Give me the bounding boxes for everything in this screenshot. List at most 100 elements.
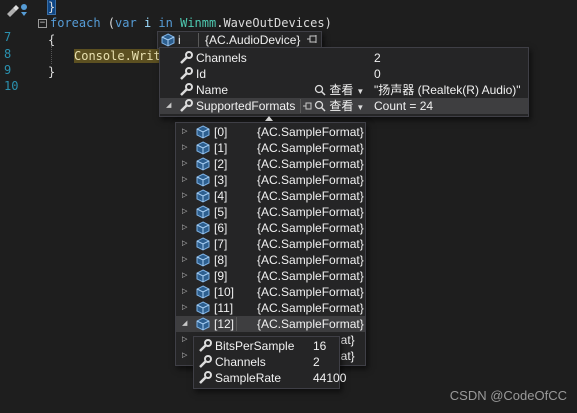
property-row[interactable]: SampleRate 44100 — [194, 370, 346, 386]
list-item[interactable]: ▷ [11] {AC.SampleFormat} — [176, 300, 365, 316]
list-item[interactable]: ▷ [7] {AC.SampleFormat} — [176, 236, 365, 252]
keyword: in — [158, 16, 173, 30]
property-row[interactable]: Channels 2 — [194, 354, 339, 370]
wrench-icon — [199, 355, 212, 368]
code-rest: .WaveOutDevices) — [216, 16, 332, 30]
list-value: {AC.SampleFormat} — [257, 189, 364, 203]
struct-icon — [196, 285, 210, 299]
list-index: [3] — [214, 173, 228, 187]
list-index: [2] — [214, 157, 228, 171]
list-index: [10] — [214, 285, 235, 299]
expand-arrow-icon[interactable]: ▷ — [182, 204, 187, 220]
list-item[interactable]: ▷ [4] {AC.SampleFormat} — [176, 188, 365, 204]
property-name: Name — [196, 83, 229, 97]
expand-arrow-icon[interactable]: ▷ — [182, 268, 187, 284]
expand-arrow-icon[interactable]: ▷ — [182, 348, 187, 364]
list-item[interactable]: ▷ [6] {AC.SampleFormat} — [176, 220, 365, 236]
list-item[interactable]: ▷ [10] {AC.SampleFormat} — [176, 284, 365, 300]
viewer-label: 查看 — [329, 99, 354, 113]
list-index: [11] — [214, 301, 234, 315]
property-value: Count = 24 — [374, 99, 434, 113]
struct-icon — [196, 237, 210, 251]
wrench-icon — [199, 371, 212, 384]
struct-icon — [196, 173, 210, 187]
list-index: [12] — [214, 317, 235, 331]
wrench-icon — [180, 51, 193, 64]
scroll-up-arrow-icon[interactable] — [265, 116, 273, 121]
struct-icon — [196, 205, 210, 219]
property-row[interactable]: Id 0 — [160, 66, 528, 82]
list-value: {AC.SampleFormat} — [257, 157, 364, 171]
magnifier-icon — [314, 100, 326, 112]
struct-icon — [196, 269, 210, 283]
wrench-icon — [199, 339, 212, 352]
struct-icon — [196, 221, 210, 235]
collapse-toggle-icon[interactable]: − — [38, 19, 47, 28]
property-row[interactable]: Name 查看 ▼ "扬声器 (Realtek(R) Audio)" — [160, 82, 528, 98]
list-index: [4] — [214, 189, 228, 203]
divider — [236, 317, 237, 331]
list-item[interactable]: ▷ [2] {AC.SampleFormat} — [176, 156, 365, 172]
datatip-properties[interactable]: Channels 2 Id 0 Name 查看 ▼ "扬声器 (Realtek(R… — [159, 47, 529, 117]
expand-arrow-icon[interactable]: ▷ — [182, 252, 187, 268]
list-value: {AC.SampleFormat} — [257, 237, 364, 251]
line-number: 10 — [4, 79, 19, 93]
struct-icon — [161, 33, 175, 47]
struct-icon — [196, 253, 210, 267]
property-value: 2 — [374, 51, 381, 65]
expand-arrow-icon[interactable]: ▷ — [182, 172, 187, 188]
matched-brace: } — [46, 0, 57, 15]
keyword: var — [115, 16, 137, 30]
list-item[interactable]: ▷ [5] {AC.SampleFormat} — [176, 204, 365, 220]
property-row[interactable]: BitsPerSample 16 — [194, 338, 339, 354]
list-value: {AC.SampleFormat} — [257, 269, 364, 283]
property-value: 44100 — [313, 371, 347, 385]
list-value: {AC.SampleFormat} — [257, 253, 364, 267]
property-row[interactable]: Channels 2 — [160, 50, 528, 66]
watermark: CSDN @CodeOfCC — [449, 388, 567, 403]
list-item[interactable]: ▷ [3] {AC.SampleFormat} — [176, 172, 365, 188]
list-item[interactable]: ◢ [12] {AC.SampleFormat} — [176, 316, 365, 332]
list-value: {AC.SampleFormat} — [257, 205, 364, 219]
variable-value: {AC.AudioDevice} — [205, 33, 301, 47]
viewer-label: 查看 — [329, 83, 354, 97]
property-value: 16 — [313, 339, 327, 353]
wrench-icon — [180, 83, 193, 96]
property-value: "扬声器 (Realtek(R) Audio)" — [374, 83, 521, 97]
list-item[interactable]: ▷ [8] {AC.SampleFormat} — [176, 252, 365, 268]
struct-icon — [196, 317, 210, 331]
expand-arrow-icon[interactable]: ▷ — [182, 156, 187, 172]
list-value: {AC.SampleFormat} — [257, 285, 364, 299]
expand-arrow-icon[interactable]: ▷ — [182, 140, 187, 156]
list-value: {AC.SampleFormat} — [257, 317, 364, 331]
variable-name: i — [178, 33, 181, 47]
expand-arrow-icon[interactable]: ▷ — [182, 284, 187, 300]
datatip-format-detail[interactable]: BitsPerSample 16 Channels 2 SampleRate 4… — [193, 336, 346, 389]
expand-arrow-icon[interactable]: ▷ — [182, 124, 187, 140]
property-row-selected[interactable]: ◢ SupportedFormats 查看 ▼ Count = 24 — [160, 98, 528, 114]
expand-arrow-icon[interactable]: ▷ — [182, 188, 187, 204]
list-item[interactable]: ▷ [9] {AC.SampleFormat} — [176, 268, 365, 284]
wrench-icon — [180, 67, 193, 80]
list-value: {AC.SampleFormat} — [257, 141, 364, 155]
expand-arrow-icon[interactable]: ▷ — [182, 220, 187, 236]
divider — [300, 99, 301, 113]
expand-arrow-icon[interactable]: ▷ — [182, 332, 187, 348]
list-value: {AC.SampleFormat} — [257, 221, 364, 235]
code-text: foreach (var i in Winmm.WaveOutDevices) — [50, 16, 332, 30]
property-name: SampleRate — [215, 371, 282, 385]
pin-icon[interactable] — [306, 34, 318, 45]
expand-arrow-icon[interactable]: ▷ — [182, 300, 187, 316]
struct-icon — [196, 141, 210, 155]
datatip-row-i[interactable]: ◢ i {AC.AudioDevice} — [158, 32, 321, 48]
property-name: BitsPerSample — [215, 339, 295, 353]
collapse-arrow-icon[interactable]: ◢ — [166, 98, 171, 114]
viewer-button[interactable]: 查看 ▼ — [314, 98, 364, 116]
code-line-top: } — [0, 0, 577, 16]
collapse-arrow-icon[interactable]: ◢ — [182, 316, 187, 332]
datatip-formats-list[interactable]: ▷ [0] {AC.SampleFormat} ▷ [1] {AC.SampleForma… — [175, 122, 366, 366]
expand-arrow-icon[interactable]: ▷ — [182, 236, 187, 252]
list-item[interactable]: ▷ [1] {AC.SampleFormat} — [176, 140, 365, 156]
list-item[interactable]: ▷ [0] {AC.SampleFormat} — [176, 124, 365, 140]
